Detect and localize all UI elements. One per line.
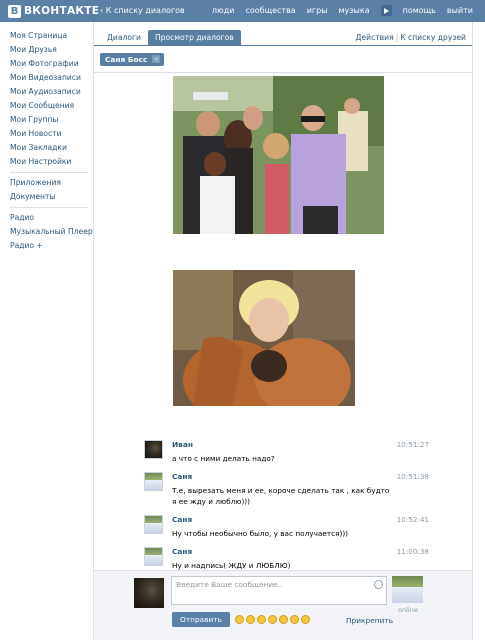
top-bar: B ВКОНТАКТЕ ‹ К списку диалогов люди соо…: [0, 0, 485, 22]
emoji-icon[interactable]: [235, 615, 244, 624]
avatar[interactable]: [144, 547, 163, 566]
back-link-label: К списку диалогов: [105, 6, 185, 15]
menu-my-audio[interactable]: Мои Аудиозаписи: [10, 85, 90, 99]
message-text: а что с ними делать надо?: [172, 454, 275, 463]
menu-radio-plus[interactable]: Радио +: [10, 239, 90, 253]
online-status: online: [398, 606, 418, 614]
emoji-bar: [235, 615, 310, 624]
tab-view-dialogs[interactable]: Просмотр диалогов: [147, 30, 241, 46]
actions-link[interactable]: Действия: [356, 33, 394, 42]
sender-name[interactable]: Саня: [172, 515, 192, 524]
recipient-chip[interactable]: Саня Босс ×: [100, 53, 165, 66]
emoji-icon[interactable]: [257, 615, 266, 624]
chip-divider: [94, 72, 472, 73]
dialog-tabs: Диалоги Просмотр диалогов: [100, 30, 241, 46]
emoji-icon[interactable]: [268, 615, 277, 624]
attached-photo[interactable]: [173, 270, 355, 406]
avatar[interactable]: [144, 472, 163, 491]
menu-my-settings[interactable]: Мои Настройки: [10, 155, 90, 169]
play-icon[interactable]: [380, 5, 392, 16]
sender-name[interactable]: Иван: [172, 440, 193, 449]
message-text: Ну чтобы необычно было, у вас получается…: [172, 529, 349, 538]
sender-name[interactable]: Саня: [172, 472, 192, 481]
my-avatar[interactable]: [134, 578, 164, 608]
menu-divider: [10, 207, 88, 208]
avatar[interactable]: [144, 440, 163, 459]
logo-icon: B: [8, 4, 21, 18]
top-nav: люди сообщества игры музыка помощь выйти: [201, 5, 473, 16]
smiley-icon[interactable]: [374, 580, 383, 589]
friends-list-link[interactable]: К списку друзей: [400, 33, 466, 42]
tab-dialogs[interactable]: Диалоги: [100, 30, 148, 46]
menu-my-friends[interactable]: Мои Друзья: [10, 43, 90, 57]
message-time: 11:00:38: [396, 547, 429, 556]
left-menu: Моя Страница Мои Друзья Мои Фотографии М…: [10, 29, 93, 253]
message-time: 10:51:38: [396, 472, 429, 481]
compose-area: Введите Ваше сообщение.. online Отправит…: [94, 570, 472, 640]
recipient-avatar[interactable]: [392, 576, 423, 603]
message-time: 10:52:41: [396, 515, 429, 524]
avatar[interactable]: [144, 515, 163, 534]
message-input[interactable]: Введите Ваше сообщение..: [171, 576, 387, 605]
menu-apps[interactable]: Приложения: [10, 176, 90, 190]
attached-photo[interactable]: [173, 76, 384, 234]
emoji-icon[interactable]: [290, 615, 299, 624]
message-placeholder: Введите Ваше сообщение..: [176, 580, 283, 589]
logo-text: ВКОНТАКТЕ: [24, 5, 100, 17]
recipient-name: Саня Босс: [105, 55, 148, 64]
nav-help[interactable]: помощь: [403, 6, 436, 16]
divider: |: [395, 33, 399, 42]
nav-music[interactable]: музыка: [339, 6, 370, 16]
group-photo-image: [173, 76, 384, 234]
sender-name[interactable]: Саня: [172, 547, 192, 556]
menu-my-photos[interactable]: Мои Фотографии: [10, 57, 90, 71]
portrait-photo-image: [173, 270, 355, 406]
main-column: Диалоги Просмотр диалогов Действия | К спи…: [93, 22, 473, 640]
emoji-icon[interactable]: [279, 615, 288, 624]
tab-underline: [94, 45, 472, 46]
menu-my-videos[interactable]: Мои Видеозаписи: [10, 71, 90, 85]
vk-logo[interactable]: B ВКОНТАКТЕ: [8, 4, 99, 18]
nav-games[interactable]: игры: [307, 6, 328, 16]
emoji-icon[interactable]: [301, 615, 310, 624]
menu-documents[interactable]: Документы: [10, 190, 90, 204]
emoji-icon[interactable]: [246, 615, 255, 624]
nav-people[interactable]: люди: [212, 6, 235, 16]
send-button[interactable]: Отправить: [172, 612, 230, 627]
header-actions: Действия | К списку друзей: [356, 33, 466, 42]
menu-music-player[interactable]: Музыкальный Плеер: [10, 225, 93, 239]
nav-logout[interactable]: выйти: [447, 6, 473, 16]
menu-my-news[interactable]: Мои Новости: [10, 127, 90, 141]
menu-my-groups[interactable]: Мои Группы: [10, 113, 90, 127]
attach-link[interactable]: Прикрепить: [346, 616, 393, 625]
message-time: 10:51:27: [396, 440, 429, 449]
menu-divider: [10, 172, 88, 173]
message-text: Т.е, вырезать меня и ее, короче сделать …: [172, 486, 390, 506]
back-to-dialogs-link[interactable]: ‹ К списку диалогов: [100, 6, 185, 15]
menu-my-messages[interactable]: Мои Сообщения: [10, 99, 90, 113]
menu-my-page[interactable]: Моя Страница: [10, 29, 90, 43]
menu-radio[interactable]: Радио: [10, 211, 90, 225]
menu-my-bookmarks[interactable]: Мои Закладки: [10, 141, 90, 155]
nav-communities[interactable]: сообщества: [245, 6, 295, 16]
close-icon[interactable]: ×: [152, 55, 161, 63]
